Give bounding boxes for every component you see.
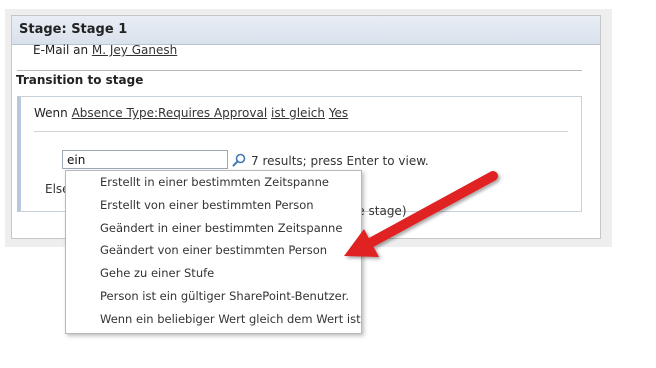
dropdown-item[interactable]: Person ist ein gültiger SharePoint-Benut… xyxy=(66,285,361,308)
stage-title: Stage: Stage 1 xyxy=(12,16,600,45)
dropdown-item[interactable]: Wenn ein beliebiger Wert gleich dem Wert… xyxy=(66,308,361,331)
autocomplete-dropdown: Erstellt in einer bestimmten Zeitspanne … xyxy=(65,170,362,334)
wenn-label: Wenn xyxy=(34,106,68,120)
dropdown-item[interactable]: Erstellt in einer bestimmten Zeitspanne xyxy=(66,171,361,194)
action-row: E-Mail an M. Jey Ganesh xyxy=(33,43,177,57)
condition-row: Wenn Absence Type:Requires Approval ist … xyxy=(34,106,348,120)
condition-operator-link[interactable]: ist gleich xyxy=(271,106,325,120)
condition-value-link[interactable]: Yes xyxy=(329,106,348,120)
recipient-link[interactable]: M. Jey Ganesh xyxy=(92,43,177,57)
search-input[interactable] xyxy=(62,150,228,169)
transition-title: Transition to stage xyxy=(16,73,144,87)
dropdown-item[interactable]: Gehe zu einer Stufe xyxy=(66,262,361,285)
dropdown-item[interactable]: Geändert von einer bestimmten Person xyxy=(66,239,361,262)
action-prefix: E-Mail an xyxy=(33,43,89,57)
condition-divider xyxy=(34,131,568,132)
dropdown-item[interactable]: Erstellt von einer bestimmten Person xyxy=(66,194,361,217)
dropdown-item[interactable]: Geändert in einer bestimmten Zeitspanne xyxy=(66,217,361,240)
section-divider xyxy=(17,70,582,71)
results-text: 7 results; press Enter to view. xyxy=(251,154,429,168)
search-icon[interactable] xyxy=(232,153,246,167)
condition-field-link[interactable]: Absence Type:Requires Approval xyxy=(72,106,268,120)
